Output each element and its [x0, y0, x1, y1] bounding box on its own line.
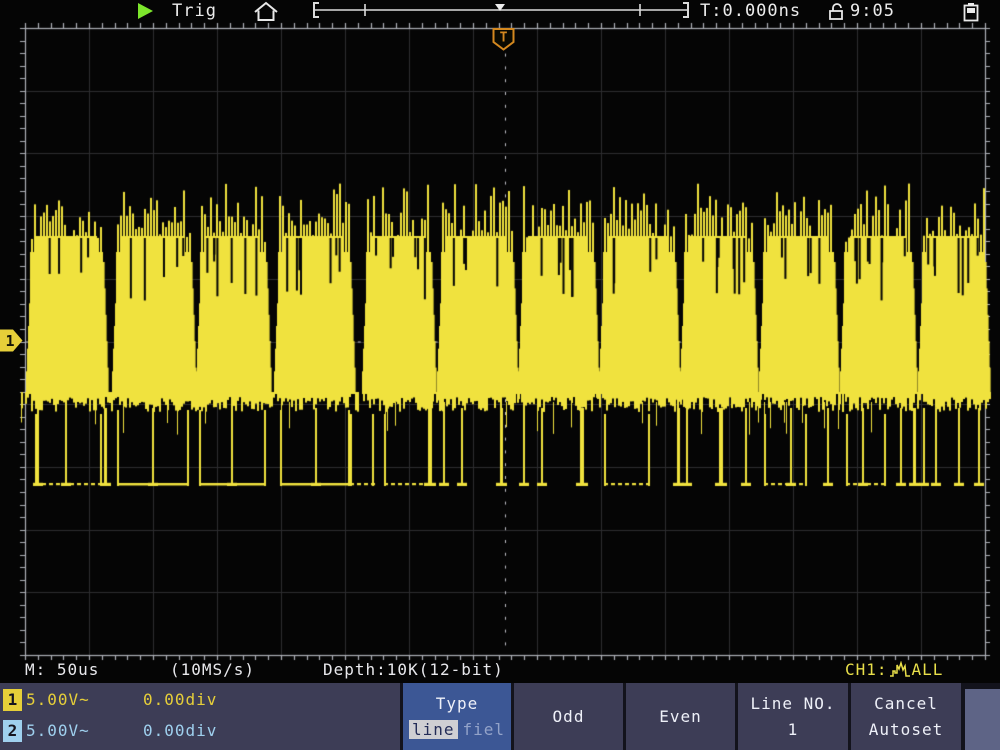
top-bar: Trig T:0.000ns 9:05: [0, 0, 1000, 22]
trigger-readout: CH1: ALL: [845, 660, 943, 679]
soft-menu: 1 5.00V~ 0.00div 2 5.00V~ 0.00div Type l…: [0, 683, 1000, 750]
menu-even-button[interactable]: Even: [623, 683, 735, 750]
menu-cancel-label: Cancel: [874, 694, 938, 713]
menu-line-no-value: 1: [788, 720, 799, 739]
sample-rate-readout: (10MS/s): [170, 660, 255, 679]
trigger-time-readout: T:0.000ns: [700, 1, 801, 21]
menu-type-label: Type: [436, 694, 479, 713]
menu-type-button[interactable]: Type line fiel: [400, 683, 511, 750]
menu-cancel-autoset-button[interactable]: Cancel Autoset: [848, 683, 961, 750]
channel-2-position: 0.00div: [143, 721, 217, 740]
channel-2-readout: 2 5.00V~ 0.00div: [0, 720, 400, 744]
svg-text:T: T: [500, 31, 508, 46]
trigger-t-marker[interactable]: T: [492, 28, 515, 51]
channel-1-position: 0.00div: [143, 690, 217, 709]
channel-2-scale: 5.00V~: [26, 721, 90, 740]
channel-1-badge[interactable]: 1: [3, 689, 22, 711]
trigger-mode-label: ALL: [912, 660, 944, 679]
menu-type-option-field[interactable]: fiel: [463, 720, 506, 739]
ch1-position-marker[interactable]: 1: [0, 329, 24, 352]
memory-bar[interactable]: [312, 1, 690, 21]
channel-info: 1 5.00V~ 0.00div 2 5.00V~ 0.00div: [0, 683, 400, 750]
home-icon[interactable]: [252, 1, 280, 22]
channel-2-badge[interactable]: 2: [3, 720, 22, 742]
oscilloscope-screen: Trig T:0.000ns 9:05 T 1: [0, 0, 1000, 750]
svg-text:1: 1: [5, 332, 14, 350]
channel-1-scale: 5.00V~: [26, 690, 90, 709]
play-icon: [137, 3, 155, 20]
menu-autoset-label: Autoset: [869, 720, 943, 739]
channel-1-readout: 1 5.00V~ 0.00div: [0, 689, 400, 713]
lock-icon: [826, 3, 846, 20]
menu-even-label: Even: [659, 707, 702, 726]
pulse-icon: [889, 661, 911, 679]
status-bar: M: 50us (10MS/s) Depth:10K(12-bit) CH1: …: [0, 655, 1000, 683]
waveform-display: [0, 0, 1000, 683]
menu-line-no-label: Line NO.: [750, 694, 835, 713]
menu-odd-label: Odd: [553, 707, 585, 726]
menu-type-option-line[interactable]: line: [409, 720, 458, 739]
clock-readout: 9:05: [850, 1, 895, 21]
depth-readout: Depth:10K(12-bit): [323, 660, 504, 679]
menu-scroll-strip: [965, 689, 1000, 750]
timebase-readout: M: 50us: [25, 660, 99, 679]
menu-line-no-button[interactable]: Line NO. 1: [735, 683, 848, 750]
trigger-source-label: CH1:: [845, 660, 888, 679]
trig-status-label: Trig: [172, 1, 217, 21]
menu-odd-button[interactable]: Odd: [511, 683, 623, 750]
battery-icon: [962, 2, 980, 22]
